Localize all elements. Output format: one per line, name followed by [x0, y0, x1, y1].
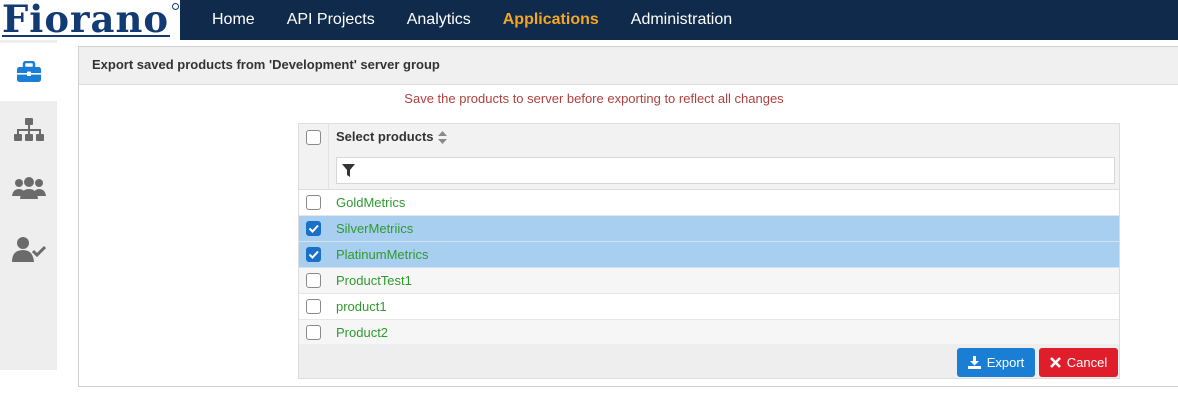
table-row[interactable]: product1 [299, 294, 1119, 320]
product-name: GoldMetrics [336, 195, 406, 210]
briefcase-icon [16, 61, 41, 82]
product-name: SilverMetriics [336, 221, 414, 236]
sidebar-item-user-approval[interactable] [0, 220, 57, 278]
logo-underline [2, 35, 170, 37]
user-check-icon [11, 237, 46, 262]
cancel-button-label: Cancel [1066, 355, 1108, 370]
main-nav: Home API Projects Analytics Applications… [197, 0, 764, 40]
sort-icon[interactable] [437, 130, 447, 144]
grid-footer: Export Cancel [299, 344, 1119, 378]
table-row[interactable]: PlatinumMetrics [299, 242, 1119, 268]
filter-icon [342, 164, 355, 177]
table-row[interactable]: ProductTest1 [299, 268, 1119, 294]
export-panel: Export saved products from 'Development'… [78, 46, 1178, 387]
export-button[interactable]: Export [957, 348, 1035, 377]
nav-item-applications[interactable]: Applications [503, 0, 599, 40]
logo-text: Fiorano [2, 0, 170, 41]
row-checkbox[interactable] [306, 325, 321, 340]
table-row[interactable]: GoldMetrics [299, 190, 1119, 216]
row-checkbox[interactable] [306, 273, 321, 288]
top-navbar: Fiorano Home API Projects Analytics Appl… [0, 0, 1178, 40]
sitemap-icon [13, 118, 44, 141]
product-name: Product2 [336, 325, 389, 340]
check-icon [308, 250, 319, 259]
product-name: PlatinumMetrics [336, 247, 429, 262]
cancel-button[interactable]: Cancel [1039, 348, 1118, 377]
panel-title: Export saved products from 'Development'… [79, 47, 1178, 85]
sidebar-item-applications[interactable] [0, 43, 57, 101]
column-header-select-products[interactable]: Select products [336, 129, 447, 145]
check-icon [308, 224, 319, 233]
sidebar-item-groups[interactable] [0, 159, 57, 217]
product-name: product1 [336, 299, 387, 314]
table-row[interactable]: SilverMetriics [299, 216, 1119, 242]
row-checkbox[interactable] [306, 247, 321, 262]
product-name: ProductTest1 [336, 273, 412, 288]
sidebar-item-hierarchy[interactable] [0, 101, 57, 159]
nav-item-home[interactable]: Home [212, 0, 255, 40]
download-icon [967, 356, 981, 369]
row-checkbox[interactable] [306, 195, 321, 210]
nav-item-analytics[interactable]: Analytics [407, 0, 471, 40]
products-grid: Select products GoldMetrics SilverMetrii… [298, 123, 1120, 379]
export-button-label: Export [986, 355, 1025, 370]
column-header-label: Select products [336, 129, 434, 144]
grid-header: Select products [299, 124, 1119, 190]
row-checkbox[interactable] [306, 299, 321, 314]
table-row[interactable]: Product2 [299, 320, 1119, 346]
nav-item-administration[interactable]: Administration [631, 0, 732, 40]
registered-mark-icon [172, 3, 179, 10]
close-icon [1049, 357, 1061, 368]
logo[interactable]: Fiorano [0, 0, 180, 40]
select-all-checkbox[interactable] [306, 130, 321, 145]
save-warning: Save the products to server before expor… [404, 91, 784, 106]
left-sidebar [0, 40, 57, 370]
nav-item-api-projects[interactable]: API Projects [287, 0, 375, 40]
users-icon [11, 177, 46, 199]
row-checkbox[interactable] [306, 221, 321, 236]
product-filter-input[interactable] [336, 157, 1115, 184]
